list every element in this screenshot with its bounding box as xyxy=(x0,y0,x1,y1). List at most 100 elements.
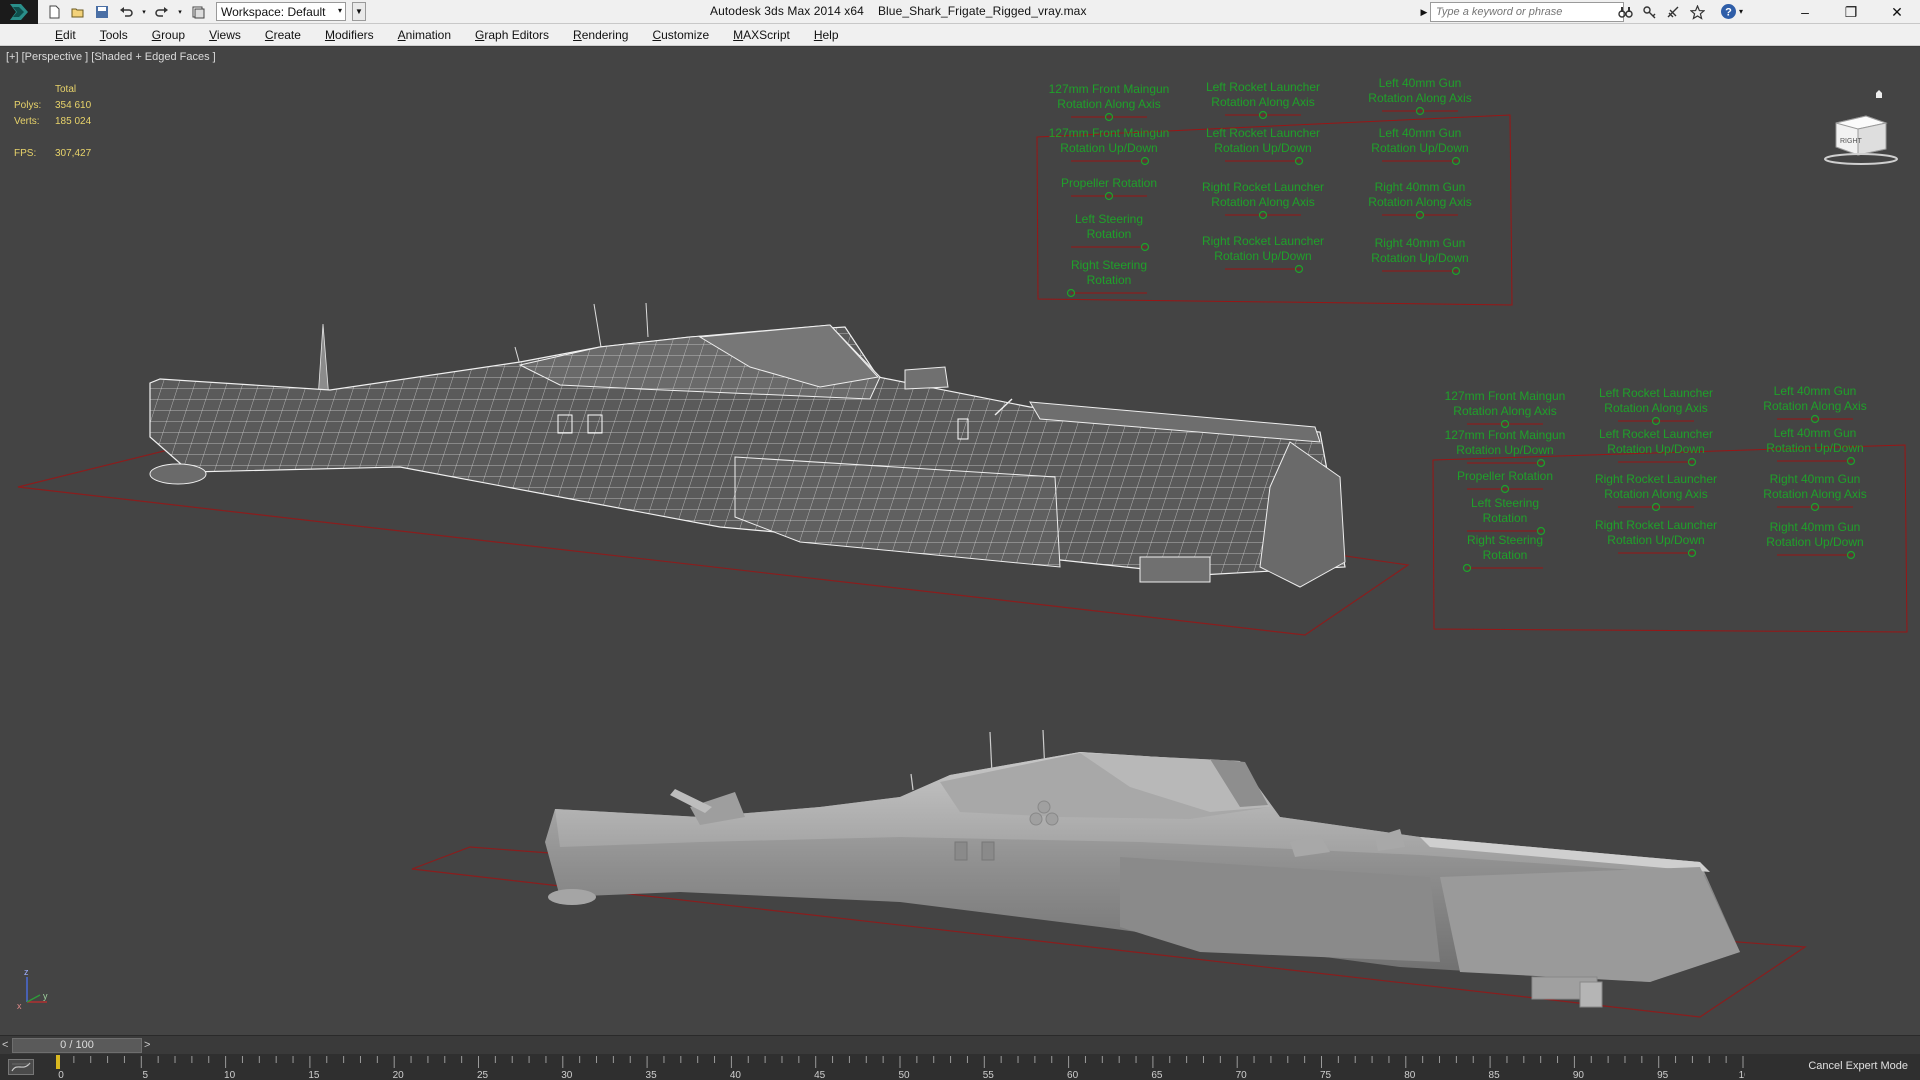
menu-bar: Edit Tools Group Views Create Modifiers … xyxy=(0,24,1920,46)
timeline-ruler[interactable]: 0 5 10 15 20 25 30 35 40 45 50 55 60 65 70 75 80 85 90 95 10… xyxy=(55,1054,1745,1080)
project-folder-button[interactable] xyxy=(188,2,208,22)
control-label: Rotation Along Axis xyxy=(1368,195,1471,209)
menu-help[interactable]: Help xyxy=(814,28,839,42)
help-button[interactable]: ? ▾ xyxy=(1720,3,1743,20)
control-label: Rotation Up/Down xyxy=(1456,443,1553,457)
infocenter-search: ▶ xyxy=(1418,2,1624,22)
control-label: Right Steering xyxy=(1467,533,1543,547)
control-label: Right Rocket Launcher xyxy=(1202,180,1324,194)
menu-customize[interactable]: Customize xyxy=(652,28,709,42)
perspective-viewport[interactable]: z y x 127mm Front Maingun Rotation Along … xyxy=(0,47,1920,1035)
timeline-tick-label: 85 xyxy=(1489,1070,1501,1080)
rig-control-panel-1[interactable]: 127mm Front MaingunRotation Along Axis12… xyxy=(1036,76,1513,306)
svg-text:?: ? xyxy=(1725,7,1732,19)
timeline-tick-label: 50 xyxy=(898,1070,910,1080)
viewport-label[interactable]: [+] [Perspective ] [Shaded + Edged Faces… xyxy=(6,51,216,63)
mini-curve-editor-button[interactable] xyxy=(8,1059,34,1075)
search-expand-arrow[interactable]: ▶ xyxy=(1418,2,1430,22)
control-label: Left 40mm Gun xyxy=(1379,76,1462,90)
control-label: Left 40mm Gun xyxy=(1379,126,1462,140)
control-label: Rotation Up/Down xyxy=(1371,141,1468,155)
qa-customize-button[interactable]: ▼ xyxy=(352,2,366,21)
menu-edit[interactable]: Edit xyxy=(55,28,76,42)
timeline-tick-label: 65 xyxy=(1151,1070,1163,1080)
save-file-button[interactable] xyxy=(92,2,112,22)
menu-create[interactable]: Create xyxy=(265,28,301,42)
workspace-dropdown[interactable]: Workspace: Default ▾ xyxy=(216,2,346,21)
timeline-tick-label: 5 xyxy=(143,1070,149,1080)
viewcube[interactable]: RIGHT xyxy=(1824,83,1904,169)
time-slider-thumb[interactable]: 0 / 100 xyxy=(12,1038,142,1053)
chevron-down-icon: ▾ xyxy=(337,6,342,15)
menu-modifiers[interactable]: Modifiers xyxy=(325,28,374,42)
new-file-button[interactable] xyxy=(44,2,64,22)
menu-tools[interactable]: Tools xyxy=(100,28,128,42)
control-label: Rotation xyxy=(1483,548,1528,562)
undo-button[interactable] xyxy=(116,2,136,22)
control-label: Rotation Up/Down xyxy=(1766,535,1863,549)
menu-views[interactable]: Views xyxy=(209,28,241,42)
stats-verts-label: Verts: xyxy=(14,116,40,127)
home-icon[interactable] xyxy=(1876,90,1882,98)
timeline-tick-label: 30 xyxy=(561,1070,573,1080)
stats-polys-label: Polys: xyxy=(14,100,42,111)
control-label: Rotation Along Axis xyxy=(1604,401,1707,415)
menu-rendering[interactable]: Rendering xyxy=(573,28,628,42)
title-bar: ▾ ▾ Workspace: Default ▾ ▼ Autodesk 3ds … xyxy=(0,0,1920,24)
menu-group[interactable]: Group xyxy=(152,28,185,42)
app-title: Autodesk 3ds Max 2014 x64 xyxy=(710,4,864,18)
minimize-button[interactable]: – xyxy=(1782,0,1828,24)
satellite-icon xyxy=(1667,6,1678,17)
control-label: Rotation Along Axis xyxy=(1453,404,1556,418)
open-file-button[interactable] xyxy=(68,2,88,22)
timeline-tick-label: 20 xyxy=(393,1070,405,1080)
subscription-button[interactable] xyxy=(1640,3,1658,21)
control-label: Rotation Up/Down xyxy=(1766,441,1863,455)
timeline-tick-label: 15 xyxy=(308,1070,320,1080)
timeline-tick-label: 55 xyxy=(983,1070,995,1080)
timeline-tick-label: 0 xyxy=(58,1070,64,1080)
close-button[interactable]: ✕ xyxy=(1874,0,1920,24)
menu-graph-editors[interactable]: Graph Editors xyxy=(475,28,549,42)
control-label: Rotation Along Axis xyxy=(1368,91,1471,105)
rig-control-panel-2[interactable]: 127mm Front MaingunRotation Along Axis12… xyxy=(1432,384,1908,633)
control-label: Left 40mm Gun xyxy=(1774,384,1857,398)
timeline-tick-label: 40 xyxy=(730,1070,742,1080)
track-bar: 0 5 10 15 20 25 30 35 40 45 50 55 60 65 70 75 80 85 90 95 10… xyxy=(0,1054,1920,1080)
stats-polys-value: 354 610 xyxy=(55,100,92,111)
time-next-button[interactable]: > xyxy=(144,1039,150,1051)
menu-maxscript[interactable]: MAXScript xyxy=(733,28,790,42)
timeline-tick-label: 80 xyxy=(1404,1070,1416,1080)
help-dropdown-icon: ▾ xyxy=(1739,7,1744,16)
binoculars-icon xyxy=(1617,6,1633,18)
undo-icon xyxy=(120,6,133,17)
control-panels: 127mm Front MaingunRotation Along Axis12… xyxy=(1036,76,1908,633)
restore-button[interactable]: ❐ xyxy=(1828,0,1874,24)
control-label: Rotation xyxy=(1087,227,1132,241)
undo-dropdown[interactable]: ▾ xyxy=(140,2,148,22)
control-label: Rotation xyxy=(1483,511,1528,525)
redo-button[interactable] xyxy=(152,2,172,22)
favorites-button[interactable] xyxy=(1688,3,1706,21)
control-label: Rotation xyxy=(1087,273,1132,287)
window-title: Autodesk 3ds Max 2014 x64 Blue_Shark_Frig… xyxy=(710,4,1101,18)
save-icon xyxy=(96,5,108,18)
search-button[interactable] xyxy=(1616,3,1634,21)
communication-center-button[interactable] xyxy=(1664,3,1682,21)
stats-fps-value: 307,427 xyxy=(55,148,92,159)
app-menu-button[interactable] xyxy=(0,0,38,24)
control-label: Rotation Along Axis xyxy=(1211,195,1314,209)
time-prev-button[interactable]: < xyxy=(2,1039,8,1051)
control-label: Left Rocket Launcher xyxy=(1206,80,1320,94)
search-input[interactable] xyxy=(1430,2,1624,22)
menu-animation[interactable]: Animation xyxy=(398,28,451,42)
timeline-tick-label: 35 xyxy=(646,1070,658,1080)
control-label: Left Steering xyxy=(1075,212,1143,226)
file-name: Blue_Shark_Frigate_Rigged_vray.max xyxy=(877,4,1087,18)
control-label: Rotation Up/Down xyxy=(1607,442,1704,456)
cancel-expert-mode-button[interactable]: Cancel Expert Mode xyxy=(1808,1060,1908,1072)
redo-dropdown[interactable]: ▾ xyxy=(176,2,184,22)
control-label: Left 40mm Gun xyxy=(1774,426,1857,440)
current-frame-marker[interactable] xyxy=(56,1055,60,1069)
control-label: Left Rocket Launcher xyxy=(1599,386,1713,400)
